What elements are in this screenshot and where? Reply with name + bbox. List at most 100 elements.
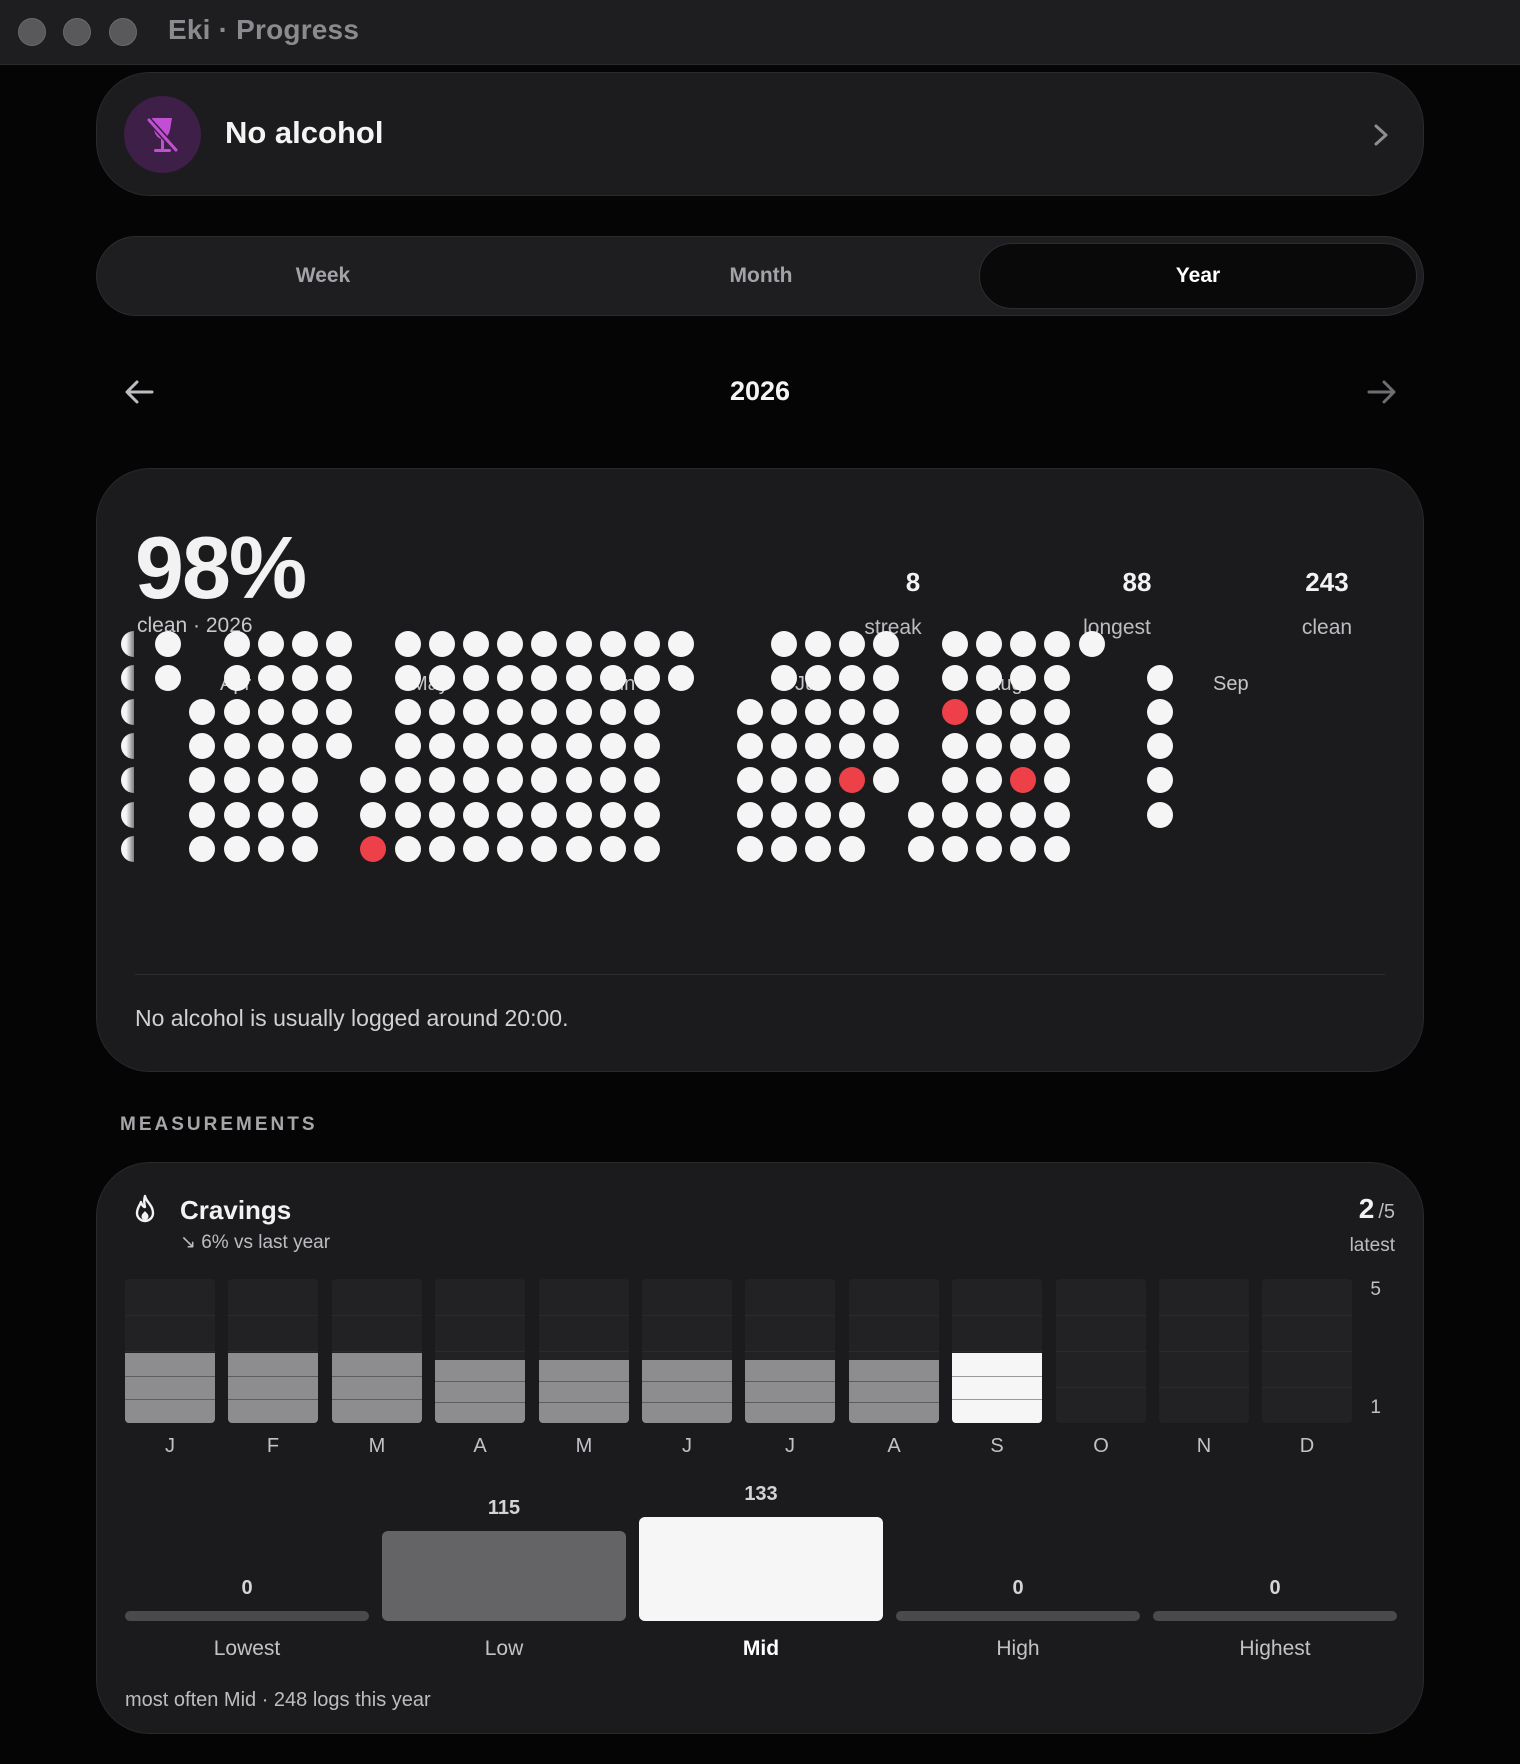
clean-day-dot [326, 631, 352, 657]
clean-day-dot [463, 767, 489, 793]
clean-day-dot [121, 836, 134, 862]
tab-month[interactable]: Month [542, 243, 980, 309]
window-close-button[interactable] [18, 18, 46, 46]
clean-day-dot [395, 733, 421, 759]
window-minimize-button[interactable] [63, 18, 91, 46]
month-bar [228, 1353, 318, 1423]
clean-day-dot [531, 733, 557, 759]
clean-day-dot [429, 665, 455, 691]
month-bar-column[interactable] [435, 1279, 525, 1423]
month-bar-column[interactable] [952, 1279, 1042, 1423]
clean-day-dot [497, 836, 523, 862]
bar-level-line [642, 1402, 732, 1403]
bar-level-line [125, 1399, 215, 1400]
clean-day-dot [1147, 802, 1173, 828]
clean-day-dot [326, 665, 352, 691]
no-wine-glass-icon [146, 117, 179, 153]
month-bar-column[interactable] [228, 1279, 318, 1423]
month-bar-column[interactable] [849, 1279, 939, 1423]
month-bar-column[interactable] [1056, 1279, 1146, 1423]
bar-gridline [1159, 1351, 1249, 1352]
bar-gridline [745, 1351, 835, 1352]
period-navigation: 2026 [120, 370, 1400, 414]
measurement-trend: ↘ 6% vs last year [180, 1232, 331, 1253]
month-bar [745, 1360, 835, 1423]
clean-day-dot [737, 836, 763, 862]
clean-day-dot [976, 836, 1002, 862]
clean-day-dot [976, 802, 1002, 828]
tab-year[interactable]: Year [979, 243, 1417, 309]
distribution-bar[interactable] [382, 1531, 626, 1621]
bar-level-line [642, 1381, 732, 1382]
clean-day-dot [771, 802, 797, 828]
clean-day-dot [497, 767, 523, 793]
bar-gridline [125, 1315, 215, 1316]
distribution-category-label: Mid [742, 1637, 780, 1660]
window-zoom-button[interactable] [109, 18, 137, 46]
y-axis-tick-min: 1 [1370, 1397, 1381, 1418]
bar-gridline [332, 1351, 422, 1352]
month-bar-column[interactable] [332, 1279, 422, 1423]
month-bar-column[interactable] [125, 1279, 215, 1423]
clean-day-dot [395, 767, 421, 793]
bar-level-line [952, 1376, 1042, 1377]
clean-day-dot [839, 665, 865, 691]
bar-gridline [952, 1315, 1042, 1316]
distribution-bar[interactable] [1153, 1611, 1397, 1621]
arrow-right-icon[interactable] [1363, 374, 1399, 410]
clean-day-dot [839, 699, 865, 725]
clean-day-dot [634, 836, 660, 862]
month-tick-label: A [473, 1435, 487, 1457]
clean-day-dot [600, 631, 626, 657]
clean-day-dot [224, 733, 250, 759]
month-tick-label: D [1299, 1435, 1315, 1457]
clean-day-dot [976, 665, 1002, 691]
clean-day-dot [771, 631, 797, 657]
distribution-category-label: Low [484, 1637, 524, 1660]
month-bar-column[interactable] [1262, 1279, 1352, 1423]
measurements-section-header: MEASUREMENTS [120, 1114, 318, 1135]
month-bar-column[interactable] [1159, 1279, 1249, 1423]
distribution-bar[interactable] [639, 1517, 883, 1621]
flame-icon [135, 1194, 155, 1223]
month-bar-column[interactable] [642, 1279, 732, 1423]
clean-day-dot [1010, 665, 1036, 691]
tab-week[interactable]: Week [104, 243, 542, 309]
month-bar [125, 1353, 215, 1423]
clean-day-dot [292, 733, 318, 759]
clean-day-dot [463, 699, 489, 725]
clean-day-dot [531, 665, 557, 691]
year-dot-calendar [97, 469, 1425, 969]
clean-day-dot [258, 836, 284, 862]
clean-day-dot [463, 665, 489, 691]
month-bar-column[interactable] [539, 1279, 629, 1423]
month-bar-column[interactable] [745, 1279, 835, 1423]
clean-day-dot [976, 631, 1002, 657]
distribution-category-label: Highest [1239, 1637, 1311, 1660]
distribution-bar[interactable] [896, 1611, 1140, 1621]
distribution-bar[interactable] [125, 1611, 369, 1621]
habit-selector[interactable]: No alcohol [96, 72, 1424, 196]
clean-day-dot [1147, 699, 1173, 725]
missed-day-dot [1010, 767, 1036, 793]
cravings-measurement-card: Cravings ↘ 6% vs last year 2/5 latest J F… [96, 1162, 1424, 1734]
clean-day-dot [976, 733, 1002, 759]
bar-level-line [435, 1381, 525, 1382]
clean-day-dot [873, 733, 899, 759]
bar-gridline [849, 1315, 939, 1316]
clean-day-dot [805, 836, 831, 862]
chevron-right-icon[interactable] [1367, 117, 1395, 153]
clean-day-dot [600, 665, 626, 691]
clean-day-dot [634, 733, 660, 759]
clean-day-dot [395, 802, 421, 828]
bar-level-line [539, 1381, 629, 1382]
clean-day-dot [292, 802, 318, 828]
bar-gridline [1262, 1315, 1352, 1316]
clean-day-dot [908, 802, 934, 828]
clean-day-dot [258, 665, 284, 691]
clean-day-dot [566, 631, 592, 657]
habit-name: No alcohol [225, 115, 384, 150]
clean-day-dot [737, 802, 763, 828]
clean-day-dot [839, 733, 865, 759]
month-bar [849, 1360, 939, 1423]
